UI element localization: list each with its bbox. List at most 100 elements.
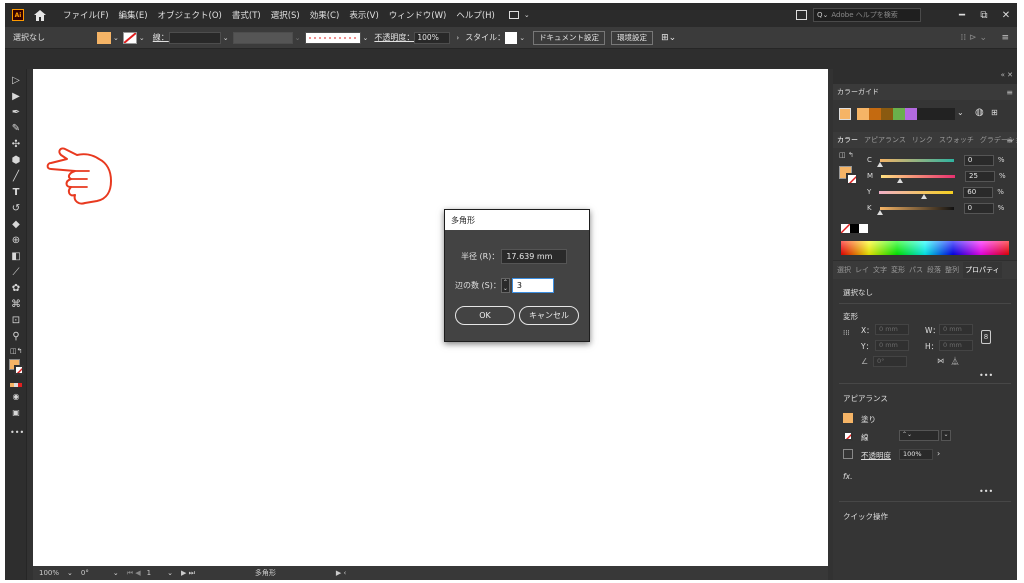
stroke-weight-stepper[interactable]: ⌃⌄ xyxy=(899,430,939,441)
fill-dropdown-icon[interactable]: ⌄ xyxy=(113,34,119,42)
control-bar-menu-icon[interactable]: ≡ xyxy=(1001,33,1009,43)
tab-links[interactable]: リンク xyxy=(912,135,933,145)
opacity-label[interactable]: 不透明度： xyxy=(374,32,414,43)
anchor-point-tool-icon[interactable]: ✣ xyxy=(10,139,22,151)
fx-button[interactable]: fx. xyxy=(843,472,852,481)
zoom-dropdown-icon[interactable]: ⌄ xyxy=(67,569,73,577)
swap-fill-stroke-icon[interactable]: ◫ ↰ xyxy=(839,151,854,159)
appearance-stroke-swatch[interactable] xyxy=(843,431,853,441)
artboard-tool-icon[interactable]: ⊡ xyxy=(10,315,22,327)
panel-options-icon[interactable]: ⁞⁞ ⊳ ⌄ xyxy=(960,33,987,43)
curvature-tool-icon[interactable]: ✎ xyxy=(10,123,22,135)
appearance-opacity-label[interactable]: 不透明度 xyxy=(861,450,891,461)
tab-select[interactable]: 選択 xyxy=(837,265,851,275)
constrain-proportions-icon[interactable]: 8 xyxy=(981,330,991,344)
angle-input[interactable]: 0° xyxy=(873,356,907,367)
blend-tool-icon[interactable]: ⌘ xyxy=(10,299,22,311)
eraser-tool-icon[interactable]: ◆ xyxy=(10,219,22,231)
tab-layers[interactable]: レイ xyxy=(855,265,869,275)
symbol-sprayer-tool-icon[interactable]: ✿ xyxy=(10,283,22,295)
tab-paragraph[interactable]: 段落 xyxy=(927,265,941,275)
variable-width-profile[interactable] xyxy=(232,31,293,44)
tab-color[interactable]: カラー xyxy=(837,135,858,145)
menu-window[interactable]: ウィンドウ(W) xyxy=(389,9,447,21)
artboard-number[interactable]: 1 xyxy=(147,569,151,577)
restore-button[interactable]: ⧉ xyxy=(973,10,995,21)
menu-type[interactable]: 書式(T) xyxy=(232,9,261,21)
profile-dropdown-icon[interactable]: ⌄ xyxy=(295,34,301,42)
brush-definition[interactable] xyxy=(304,31,361,44)
stroke-weight-dropdown-icon[interactable]: ⌄ xyxy=(223,34,229,42)
black-slider-thumb[interactable] xyxy=(876,209,883,215)
harmony-dropdown-icon[interactable]: ⌄ xyxy=(957,108,964,117)
menu-object[interactable]: オブジェクト(O) xyxy=(158,9,222,21)
appearance-more-icon[interactable]: ••• xyxy=(979,487,993,496)
stroke-weight-input[interactable] xyxy=(168,31,221,44)
status-menu-icon[interactable]: ▶ ‹ xyxy=(336,569,346,577)
gradient-tool-icon[interactable]: ◧ xyxy=(10,251,22,263)
x-input[interactable]: 0 mm xyxy=(875,324,909,335)
artboard-dropdown-icon[interactable]: ⌄ xyxy=(167,569,173,577)
radius-input[interactable]: 17.639 mm xyxy=(501,249,568,264)
cyan-input[interactable]: 0 xyxy=(963,154,994,166)
selection-tool-icon[interactable]: ▷ xyxy=(10,75,22,87)
magenta-track[interactable] xyxy=(881,174,956,183)
style-dropdown-icon[interactable]: ⌄ xyxy=(519,34,525,42)
cyan-slider-thumb[interactable] xyxy=(876,161,883,167)
arrange-documents-icon[interactable] xyxy=(796,10,807,20)
home-icon[interactable] xyxy=(33,8,47,22)
close-window-button[interactable]: ✕ xyxy=(995,10,1017,21)
height-input[interactable]: 0 mm xyxy=(939,340,973,351)
color-guide-menu-icon[interactable]: ≡ xyxy=(1006,88,1013,97)
fill-swatch[interactable] xyxy=(97,31,111,44)
help-search-input[interactable]: Q⌄ Adobe ヘルプを検索 xyxy=(813,8,921,22)
flip-horizontal-icon[interactable]: ⋈ xyxy=(937,357,944,365)
menu-edit[interactable]: 編集(E) xyxy=(119,9,148,21)
pen-tool-icon[interactable]: ✒ xyxy=(10,107,22,119)
type-tool-icon[interactable]: T xyxy=(10,187,22,199)
menu-help[interactable]: ヘルプ(H) xyxy=(456,9,495,21)
menu-select[interactable]: 選択(S) xyxy=(271,9,300,21)
color-guide-tab[interactable]: カラーガイド xyxy=(837,87,879,97)
cyan-track[interactable] xyxy=(876,158,954,167)
sides-input[interactable]: 3 xyxy=(511,278,554,293)
tab-align[interactable]: 整列 xyxy=(945,265,959,275)
color-wheel-icon[interactable]: ◍ xyxy=(975,107,984,118)
color-spectrum-bar[interactable] xyxy=(841,241,1009,255)
preferences-button[interactable]: 環境設定 xyxy=(611,30,654,45)
opacity-expand-icon[interactable]: › xyxy=(456,34,459,42)
workspace-switcher[interactable]: ⌄ xyxy=(508,11,530,19)
stroke-swatch[interactable] xyxy=(122,31,137,44)
reference-point-icon[interactable]: ⁞⁞⁞ xyxy=(843,329,850,337)
transform-more-icon[interactable]: ••• xyxy=(979,371,993,380)
save-color-group-icon[interactable]: ⊞ xyxy=(991,108,998,117)
sides-stepper[interactable]: ⌃ ⌄ xyxy=(500,278,510,293)
yellow-track[interactable] xyxy=(879,190,954,199)
tab-transform[interactable]: 変形 xyxy=(891,265,905,275)
graphic-style-swatch[interactable] xyxy=(505,31,518,44)
rotate-tool-icon[interactable]: ↺ xyxy=(10,203,22,215)
rotation-value[interactable]: 0° xyxy=(81,569,89,577)
tab-character[interactable]: 文字 xyxy=(873,265,887,275)
ok-button[interactable]: OK xyxy=(455,306,515,325)
black-track[interactable] xyxy=(876,206,954,215)
color-panel-menu-icon[interactable]: ≡ xyxy=(1006,136,1013,145)
rotation-dropdown-icon[interactable]: ⌄ xyxy=(113,569,119,577)
brush-dropdown-icon[interactable]: ⌄ xyxy=(363,34,369,42)
color-fill-indicator[interactable] xyxy=(839,166,861,188)
yellow-slider-thumb[interactable] xyxy=(920,193,927,199)
tab-path[interactable]: パス xyxy=(909,265,923,275)
opacity-input[interactable]: 100% xyxy=(414,31,451,44)
zoom-level[interactable]: 100% xyxy=(39,569,59,577)
black-input[interactable]: 0 xyxy=(963,202,994,214)
stroke-weight-dropdown[interactable]: ⌄ xyxy=(941,430,951,441)
appearance-fill-swatch[interactable] xyxy=(843,413,853,423)
flip-vertical-icon[interactable]: ⏅ xyxy=(951,356,959,367)
magenta-input[interactable]: 25 xyxy=(965,170,996,182)
none-white-black-swatches[interactable] xyxy=(841,224,868,233)
screen-mode-icon[interactable]: ▣ xyxy=(10,407,22,419)
tab-swatches[interactable]: スウォッチ xyxy=(939,135,974,145)
swap-colors-icon[interactable]: ◫↰ xyxy=(10,345,22,357)
arrange-icon[interactable]: ⊞⌄ xyxy=(661,33,676,43)
cancel-button[interactable]: キャンセル xyxy=(519,306,579,325)
